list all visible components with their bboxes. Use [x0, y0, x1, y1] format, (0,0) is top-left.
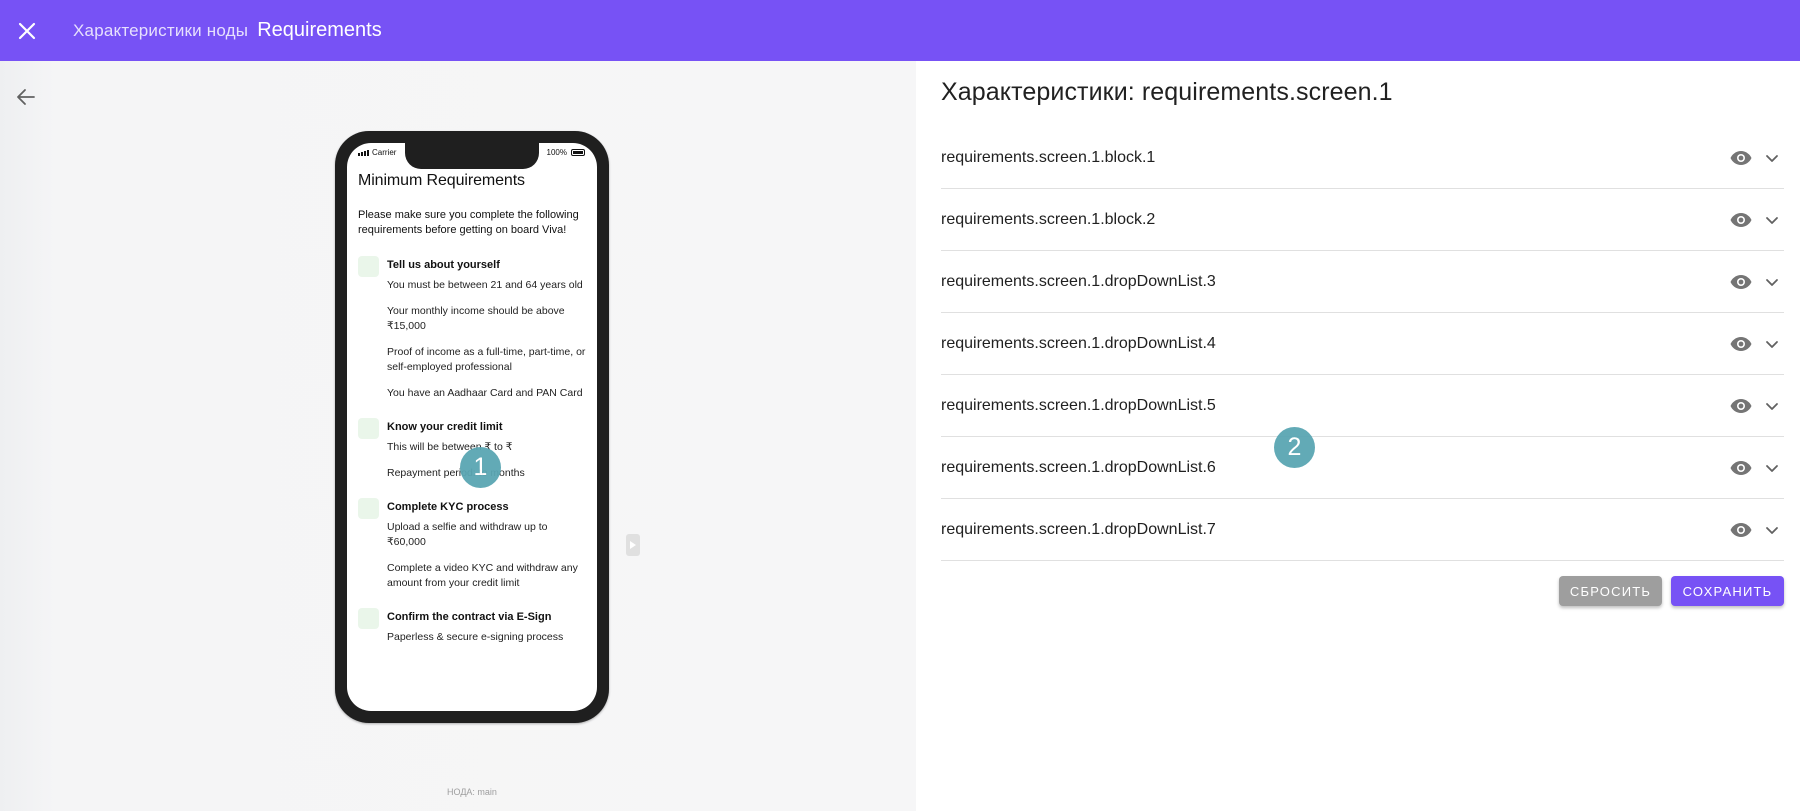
- panel-title: Характеристики: requirements.screen.1: [941, 78, 1393, 106]
- property-label: requirements.screen.1.dropDownList.6: [941, 458, 1216, 476]
- property-row[interactable]: requirements.screen.1.dropDownList.5: [941, 375, 1784, 437]
- status-battery: 100%: [547, 148, 585, 157]
- battery-label: 100%: [546, 148, 567, 157]
- annotation-badge-1: 1: [460, 447, 501, 488]
- chevron-down-icon[interactable]: [1760, 394, 1784, 418]
- requirement-section: Tell us about yourself You must be betwe…: [358, 255, 588, 401]
- property-label: requirements.screen.1.block.2: [941, 210, 1156, 228]
- section-heading: Confirm the contract via E-Sign: [387, 611, 552, 623]
- node-label: НОДА: main: [447, 787, 497, 797]
- eye-icon[interactable]: [1727, 206, 1755, 234]
- property-row[interactable]: requirements.screen.1.dropDownList.4: [941, 313, 1784, 375]
- property-row[interactable]: requirements.screen.1.dropDownList.7: [941, 499, 1784, 561]
- chevron-down-icon[interactable]: [1760, 456, 1784, 480]
- properties-panel: Характеристики: requirements.screen.1 re…: [916, 61, 1800, 811]
- phone-content: Minimum Requirements Please make sure yo…: [358, 172, 588, 661]
- eye-icon[interactable]: [1727, 268, 1755, 296]
- section-item: Paperless & secure e-signing process: [387, 631, 564, 643]
- property-row[interactable]: requirements.screen.1.dropDownList.3: [941, 251, 1784, 313]
- property-label: requirements.screen.1.dropDownList.4: [941, 334, 1216, 352]
- phone-notch: [405, 143, 539, 169]
- eye-icon[interactable]: [1727, 144, 1755, 172]
- panel-actions: СБРОСИТЬ СОХРАНИТЬ: [1559, 576, 1784, 606]
- back-button[interactable]: [11, 82, 41, 112]
- close-button[interactable]: [0, 4, 54, 58]
- section-heading: Tell us about yourself: [387, 259, 500, 271]
- battery-icon: [571, 149, 585, 156]
- close-icon: [18, 22, 36, 39]
- carrier-label: Carrier: [372, 148, 397, 157]
- play-icon: [630, 541, 636, 549]
- signal-icon: [358, 149, 369, 156]
- save-button[interactable]: СОХРАНИТЬ: [1671, 576, 1784, 606]
- checkbox-icon: [358, 498, 379, 519]
- section-item: Your monthly income should be above ₹15,…: [387, 305, 565, 332]
- chevron-down-icon[interactable]: [1760, 208, 1784, 232]
- checkbox-icon: [358, 418, 379, 439]
- requirement-section: Confirm the contract via E-Sign Paperles…: [358, 607, 588, 645]
- breadcrumb: Характеристики ноды: [73, 20, 249, 40]
- status-carrier: Carrier: [358, 148, 396, 157]
- arrow-left-icon: [17, 89, 35, 105]
- property-label: requirements.screen.1.block.1: [941, 148, 1156, 166]
- phone-screen: Carrier 100% Minimum Requirements Please…: [347, 143, 597, 711]
- annotation-badge-2: 2: [1274, 427, 1315, 468]
- checkbox-icon: [358, 608, 379, 629]
- section-item: Upload a selfie and withdraw up to ₹60,0…: [387, 521, 548, 548]
- page-title: Requirements: [257, 19, 382, 41]
- section-item: You must be between 21 and 64 years old: [387, 279, 583, 291]
- section-heading: Complete KYC process: [387, 501, 509, 513]
- section-heading: Know your credit limit: [387, 421, 503, 433]
- chevron-down-icon[interactable]: [1760, 270, 1784, 294]
- app-bar: Характеристики ноды Requirements: [0, 0, 1800, 61]
- section-item: Complete a video KYC and withdraw any am…: [387, 562, 578, 589]
- property-row[interactable]: requirements.screen.1.block.1: [941, 127, 1784, 189]
- section-item: Proof of income as a full-time, part-tim…: [387, 346, 586, 373]
- property-row[interactable]: requirements.screen.1.dropDownList.6: [941, 437, 1784, 499]
- reset-button[interactable]: СБРОСИТЬ: [1559, 576, 1662, 606]
- screen-intro: Please make sure you complete the follow…: [358, 209, 579, 236]
- property-label: requirements.screen.1.dropDownList.7: [941, 520, 1216, 538]
- chevron-down-icon[interactable]: [1760, 146, 1784, 170]
- chevron-down-icon[interactable]: [1760, 332, 1784, 356]
- eye-icon[interactable]: [1727, 330, 1755, 358]
- property-label: requirements.screen.1.dropDownList.3: [941, 272, 1216, 290]
- phone-preview[interactable]: Carrier 100% Minimum Requirements Please…: [335, 131, 609, 723]
- checkbox-icon: [358, 256, 379, 277]
- eye-icon[interactable]: [1727, 454, 1755, 482]
- section-item: You have an Aadhaar Card and PAN Card: [387, 387, 583, 399]
- properties-list: requirements.screen.1.block.1 requiremen…: [941, 127, 1784, 561]
- eye-icon[interactable]: [1727, 516, 1755, 544]
- requirement-section: Complete KYC process Upload a selfie and…: [358, 497, 588, 591]
- drag-handle[interactable]: [626, 534, 640, 556]
- screen-title: Minimum Requirements: [358, 172, 525, 189]
- property-row[interactable]: requirements.screen.1.block.2: [941, 189, 1784, 251]
- property-label: requirements.screen.1.dropDownList.5: [941, 396, 1216, 414]
- eye-icon[interactable]: [1727, 392, 1755, 420]
- chevron-down-icon[interactable]: [1760, 518, 1784, 542]
